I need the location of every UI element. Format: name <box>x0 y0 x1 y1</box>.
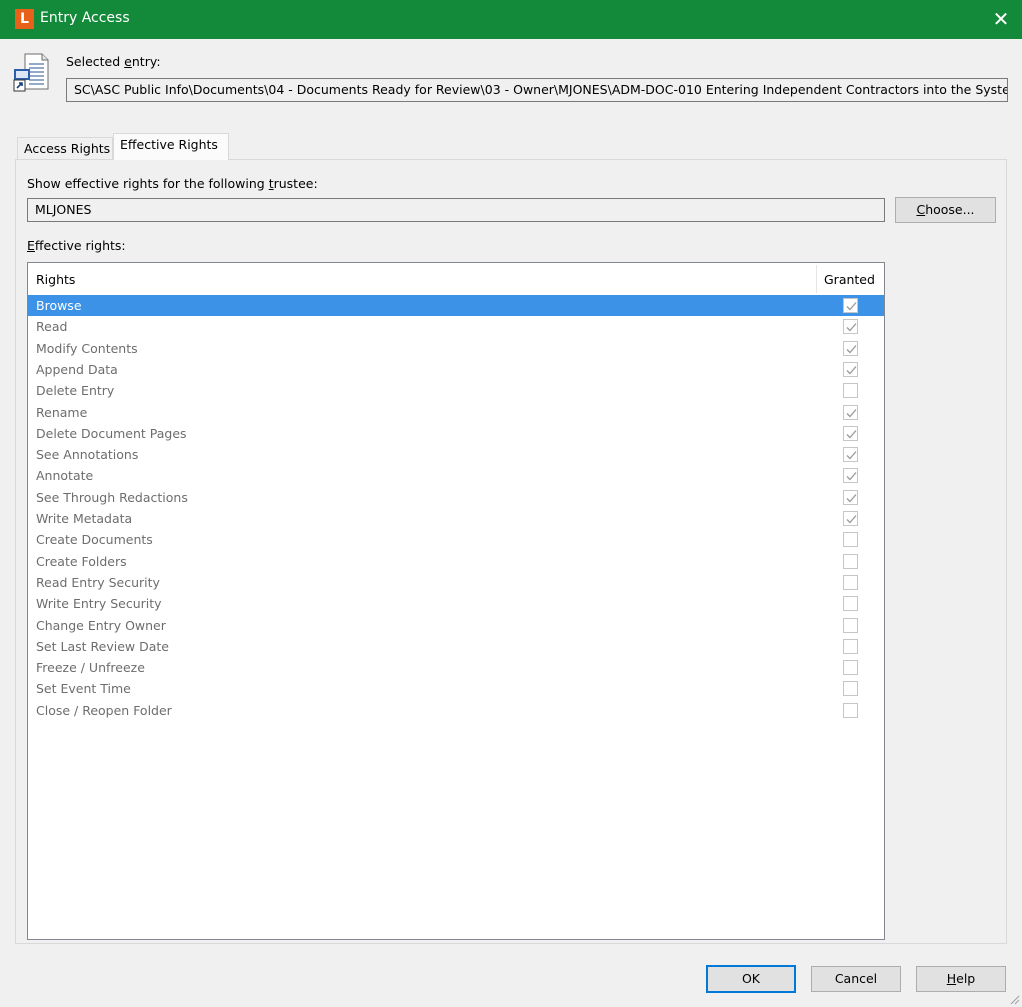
list-item[interactable]: Write Entry Security <box>28 593 884 614</box>
ok-button[interactable]: OK <box>706 965 796 993</box>
right-name: Delete Document Pages <box>36 425 187 441</box>
cancel-button[interactable]: Cancel <box>811 966 901 992</box>
list-header: Rights Granted <box>28 263 884 295</box>
right-name: Write Entry Security <box>36 596 162 612</box>
granted-checkbox[interactable] <box>843 617 858 633</box>
list-item[interactable]: Modify Contents <box>28 338 884 359</box>
right-name: Delete Entry <box>36 383 115 399</box>
list-item[interactable]: See Annotations <box>28 444 884 465</box>
granted-checkbox[interactable] <box>843 596 858 612</box>
right-name: Modify Contents <box>36 340 138 356</box>
list-item[interactable]: See Through Redactions <box>28 487 884 508</box>
granted-checkbox[interactable] <box>843 489 858 505</box>
list-item[interactable]: Browse <box>28 295 884 316</box>
granted-checkbox[interactable] <box>843 340 858 356</box>
right-name: Set Last Review Date <box>36 638 169 654</box>
granted-checkbox[interactable] <box>843 404 858 420</box>
selected-entry-label: Selected entry: <box>66 54 161 69</box>
right-name: Write Metadata <box>36 511 133 526</box>
list-item[interactable]: Annotate <box>28 465 884 486</box>
effective-rights-list[interactable]: Rights Granted Browse Read Modify Contents… <box>27 262 885 940</box>
granted-checkbox[interactable] <box>843 447 858 463</box>
column-header-granted[interactable]: Granted <box>824 272 875 287</box>
list-item[interactable]: Create Folders <box>28 551 884 572</box>
list-item[interactable]: Change Entry Owner <box>28 615 884 636</box>
title-bar[interactable]: L Entry Access ✕ <box>0 0 1022 39</box>
choose-button[interactable]: Choose... <box>895 197 996 223</box>
right-name: Read <box>36 319 68 335</box>
right-name: Read Entry Security <box>36 574 160 590</box>
right-name: Create Documents <box>36 532 153 548</box>
right-name: See Through Redactions <box>36 489 188 505</box>
list-item[interactable]: Write Metadata <box>28 508 884 529</box>
close-icon[interactable]: ✕ <box>986 4 1016 34</box>
list-item[interactable]: Create Documents <box>28 529 884 550</box>
right-name: Freeze / Unfreeze <box>36 660 145 676</box>
granted-checkbox[interactable] <box>843 298 858 313</box>
right-name: See Annotations <box>36 447 139 463</box>
document-shortcut-icon <box>13 53 49 93</box>
window-title: Entry Access <box>40 10 130 26</box>
list-item[interactable]: Delete Document Pages <box>28 423 884 444</box>
granted-checkbox[interactable] <box>843 702 858 718</box>
selected-entry-path-field[interactable]: SC\ASC Public Info\Documents\04 - Docume… <box>66 78 1008 102</box>
right-name: Close / Reopen Folder <box>36 702 172 718</box>
trustee-label: Show effective rights for the following … <box>27 176 318 191</box>
list-item[interactable]: Read Entry Security <box>28 572 884 593</box>
column-divider[interactable] <box>816 265 817 293</box>
right-name: Append Data <box>36 361 118 377</box>
tab-access-rights[interactable]: Access Rights <box>17 137 113 159</box>
list-item[interactable]: Close / Reopen Folder <box>28 700 884 721</box>
granted-checkbox[interactable] <box>843 638 858 654</box>
right-name: Annotate <box>36 468 94 484</box>
granted-checkbox[interactable] <box>843 468 858 484</box>
granted-checkbox[interactable] <box>843 319 858 335</box>
list-item[interactable]: Append Data <box>28 359 884 380</box>
right-name: Set Event Time <box>36 681 131 697</box>
checkmark-icon <box>846 302 857 311</box>
granted-checkbox[interactable] <box>843 511 858 526</box>
right-name: Rename <box>36 404 88 420</box>
list-item[interactable]: Set Last Review Date <box>28 636 884 657</box>
help-button[interactable]: Help <box>916 966 1006 992</box>
checkmark-icon <box>846 451 857 460</box>
checkmark-icon <box>846 429 857 439</box>
list-item[interactable]: Rename <box>28 402 884 423</box>
checkmark-icon <box>846 515 857 524</box>
checkmark-icon <box>846 365 857 375</box>
list-item[interactable]: Delete Entry <box>28 380 884 401</box>
column-header-rights[interactable]: Rights <box>36 272 75 287</box>
checkmark-icon <box>846 323 857 332</box>
checkmark-icon <box>846 493 857 503</box>
granted-checkbox[interactable] <box>843 383 858 399</box>
right-name: Change Entry Owner <box>36 617 166 633</box>
granted-checkbox[interactable] <box>843 681 858 697</box>
effective-rights-label: Effective rights: <box>27 238 126 253</box>
granted-checkbox[interactable] <box>843 660 858 676</box>
checkmark-icon <box>846 344 857 354</box>
checkmark-icon <box>846 408 857 417</box>
tab-effective-rights[interactable]: Effective Rights <box>113 133 229 160</box>
right-name: Browse <box>36 298 82 313</box>
list-item[interactable]: Set Event Time <box>28 678 884 699</box>
app-logo-icon: L <box>15 9 34 29</box>
granted-checkbox[interactable] <box>843 425 858 441</box>
list-item[interactable]: Freeze / Unfreeze <box>28 657 884 678</box>
checkmark-icon <box>846 472 857 481</box>
granted-checkbox[interactable] <box>843 532 858 548</box>
resize-grip-icon[interactable] <box>1008 993 1020 1005</box>
right-name: Create Folders <box>36 553 127 569</box>
granted-checkbox[interactable] <box>843 553 858 569</box>
trustee-field[interactable]: MLJONES <box>27 198 885 222</box>
granted-checkbox[interactable] <box>843 574 858 590</box>
granted-checkbox[interactable] <box>843 361 858 377</box>
list-item[interactable]: Read <box>28 316 884 337</box>
